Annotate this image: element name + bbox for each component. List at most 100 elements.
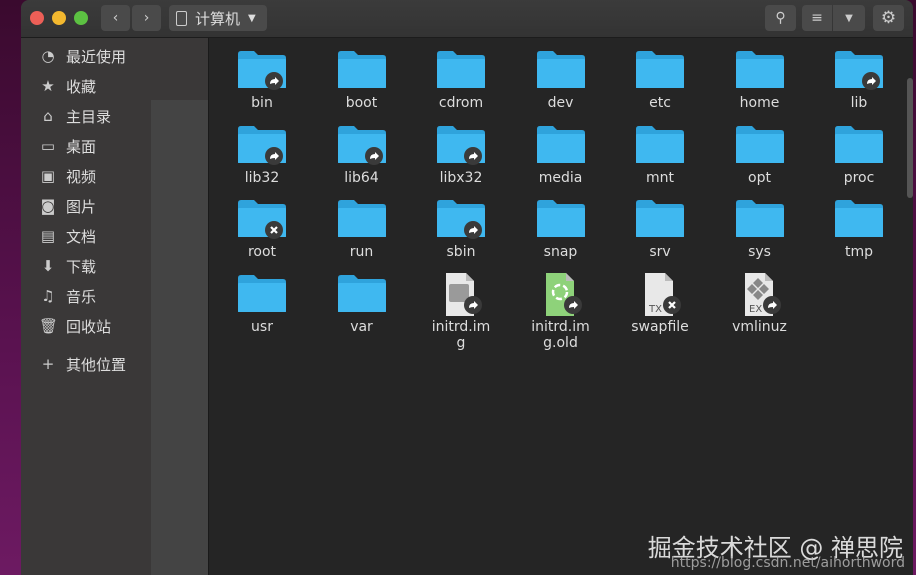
file-item-vmlinuz[interactable]: EX vmlinuz	[712, 272, 808, 335]
file-name: lib32	[244, 169, 280, 186]
file-item-cdrom[interactable]: cdrom	[413, 48, 509, 111]
sidebar-item-other-locations[interactable]: + 其他位置	[39, 352, 126, 376]
file-item-home[interactable]: home	[712, 48, 808, 111]
gear-icon: ⚙	[880, 8, 897, 28]
sidebar-item[interactable]: ★ 收藏	[39, 74, 96, 98]
sidebar-item-label: 视频	[66, 167, 97, 186]
file-item-opt[interactable]: opt	[712, 123, 808, 186]
folder-icon	[712, 123, 808, 167]
sidebar-item[interactable]: ◙ 图片	[39, 194, 96, 218]
file-item-tmp[interactable]: tmp	[811, 197, 907, 260]
file-icon: EX	[712, 272, 808, 316]
forward-button[interactable]: ›	[132, 5, 161, 31]
search-button[interactable]: ⚲	[765, 5, 796, 31]
file-item-media[interactable]: media	[513, 123, 609, 186]
back-button[interactable]: ‹	[101, 5, 130, 31]
file-name: dev	[547, 95, 574, 111]
sidebar-item[interactable]: ▤ 文档	[39, 224, 96, 248]
file-name: snap	[543, 244, 578, 260]
sidebar-item[interactable]: ▭ 桌面	[39, 134, 96, 158]
home-icon: ⌂	[43, 107, 53, 125]
file-item-root[interactable]: root	[214, 197, 310, 260]
file-name: mnt	[646, 169, 674, 186]
minimize-button[interactable]	[52, 11, 66, 25]
folder-icon	[513, 48, 609, 92]
file-name: boot	[345, 95, 378, 111]
file-item-mnt[interactable]: mnt	[612, 123, 708, 186]
file-item-etc[interactable]: etc	[612, 48, 708, 111]
folder-icon	[513, 123, 609, 167]
file-name: bin	[251, 95, 273, 111]
sidebar-item[interactable]: ⬇ 下载	[39, 254, 96, 278]
file-name: usr	[251, 318, 273, 335]
sidebar-item[interactable]: ▣ 视频	[39, 164, 96, 188]
folder-icon	[513, 197, 609, 241]
file-name: initrd.img	[431, 318, 491, 351]
clock-icon: ◔	[41, 47, 55, 65]
maximize-button[interactable]	[74, 11, 88, 25]
folder-icon	[811, 123, 907, 167]
file-item-srv[interactable]: srv	[612, 197, 708, 260]
file-item-sbin[interactable]: sbin	[413, 197, 509, 260]
file-item-sys[interactable]: sys	[712, 197, 808, 260]
file-item-initrd-img[interactable]: initrd.img	[413, 272, 509, 351]
svg-text:EX: EX	[749, 304, 762, 315]
file-item-initrd-img-old[interactable]: initrd.img.old	[513, 272, 609, 351]
music-icon: ♫	[41, 287, 55, 305]
chevron-right-icon: ›	[143, 10, 150, 26]
sidebar-item-label: 收藏	[66, 77, 97, 96]
sidebar-item[interactable]: ⌂ 主目录	[39, 104, 111, 128]
file-name: media	[538, 169, 583, 186]
location-label: 计算机	[195, 9, 241, 28]
sidebar-item-label: 文档	[66, 227, 97, 246]
svg-text:TX: TX	[648, 304, 662, 315]
sidebar-item-label: 下载	[66, 257, 97, 276]
file-item-lib[interactable]: lib	[811, 48, 907, 111]
file-item-usr[interactable]: usr	[214, 272, 310, 335]
sidebar-item[interactable]: ♫ 音乐	[39, 284, 96, 308]
sidebar-item[interactable]: 🗑 回收站	[39, 314, 111, 338]
view-list-button[interactable]: ≡	[802, 5, 832, 31]
file-name: opt	[748, 169, 771, 186]
file-item-swapfile[interactable]: TX swapfile	[612, 272, 708, 335]
search-icon: ⚲	[775, 10, 786, 26]
folder-icon	[214, 197, 310, 241]
sidebar-item-label: 图片	[66, 197, 97, 216]
caret-down-icon: ▼	[248, 12, 256, 24]
location-button[interactable]: 计算机 ▼	[169, 5, 267, 31]
close-button[interactable]	[30, 11, 44, 25]
file-icon	[513, 272, 609, 316]
file-item-run[interactable]: run	[314, 197, 410, 260]
file-name: lib64	[344, 169, 379, 186]
folder-icon	[413, 197, 509, 241]
folder-icon	[811, 48, 907, 92]
file-item-snap[interactable]: snap	[513, 197, 609, 260]
file-item-proc[interactable]: proc	[811, 123, 907, 186]
file-name: etc	[649, 95, 671, 111]
file-name: lib	[850, 95, 868, 111]
file-icon	[413, 272, 509, 316]
folder-icon	[612, 197, 708, 241]
file-item-var[interactable]: var	[314, 272, 410, 335]
folder-icon	[612, 123, 708, 167]
file-item-bin[interactable]: bin	[214, 48, 310, 111]
folder-icon	[413, 123, 509, 167]
sidebar-item-label: 音乐	[66, 287, 97, 306]
folder-icon	[314, 272, 410, 316]
plus-icon: +	[41, 355, 55, 373]
menu-button[interactable]: ⚙	[873, 5, 904, 31]
background-window-shadow	[151, 100, 208, 575]
file-name: proc	[843, 169, 875, 186]
file-item-boot[interactable]: boot	[314, 48, 410, 111]
file-item-dev[interactable]: dev	[513, 48, 609, 111]
sidebar-item[interactable]: ◔ 最近使用	[39, 44, 126, 68]
scrollbar[interactable]	[907, 78, 913, 198]
header-bar: ‹ › 计算机 ▼ ⚲ ≡ ▼ ⚙	[21, 0, 913, 38]
file-item-lib64[interactable]: lib64	[314, 123, 410, 186]
view-options-button[interactable]: ▼	[833, 5, 865, 31]
file-item-lib32[interactable]: lib32	[214, 123, 310, 186]
list-icon: ≡	[811, 10, 823, 26]
document-icon: ▤	[40, 227, 56, 245]
watermark-url: https://blog.csdn.net/aihorthword	[670, 555, 905, 571]
file-item-libx32[interactable]: libx32	[413, 123, 509, 186]
